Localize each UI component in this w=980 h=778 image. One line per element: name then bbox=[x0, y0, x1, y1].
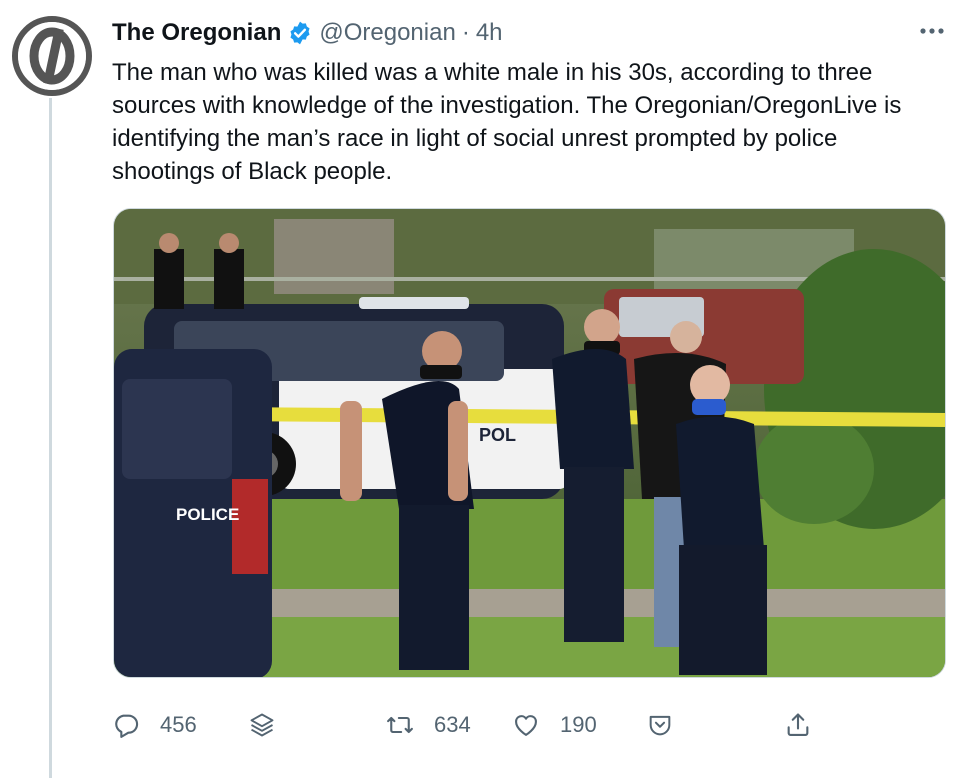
like-button[interactable]: 190 bbox=[512, 705, 597, 745]
like-count: 190 bbox=[560, 712, 597, 737]
verified-icon bbox=[290, 21, 310, 45]
retweet-icon bbox=[387, 716, 413, 734]
reply-icon bbox=[115, 714, 139, 738]
author-handle[interactable]: @Oregonian bbox=[319, 19, 455, 47]
action-bar: 456 634 190 bbox=[112, 705, 832, 745]
separator-dot: · bbox=[461, 19, 470, 46]
author-name[interactable]: The Oregonian bbox=[112, 19, 281, 47]
share-icon bbox=[787, 713, 809, 736]
tweet-header: The Oregonian @Oregonian · 4h bbox=[112, 16, 503, 50]
retweet-count: 634 bbox=[434, 712, 471, 737]
like-icon bbox=[515, 715, 537, 736]
tip-button[interactable] bbox=[646, 705, 674, 745]
retweet-button[interactable]: 634 bbox=[386, 705, 471, 745]
oregonian-logo-icon bbox=[18, 22, 86, 90]
reply-button[interactable]: 456 bbox=[112, 705, 197, 745]
stack-button[interactable] bbox=[248, 705, 276, 745]
thread-line bbox=[49, 98, 52, 778]
police-car-label: POLICE bbox=[176, 505, 239, 524]
share-button[interactable] bbox=[784, 705, 812, 745]
car-door-label: POL bbox=[479, 425, 516, 445]
tweet-text: The man who was killed was a white male … bbox=[112, 59, 902, 185]
tweet-photo[interactable]: POL POLICE bbox=[113, 208, 946, 678]
avatar[interactable] bbox=[12, 16, 92, 96]
timestamp[interactable]: 4h bbox=[476, 19, 503, 47]
police-scene-image: POL POLICE bbox=[114, 209, 945, 677]
reply-count: 456 bbox=[160, 712, 197, 737]
more-icon[interactable] bbox=[917, 16, 947, 46]
tip-icon bbox=[649, 715, 671, 736]
stack-icon bbox=[250, 713, 274, 737]
